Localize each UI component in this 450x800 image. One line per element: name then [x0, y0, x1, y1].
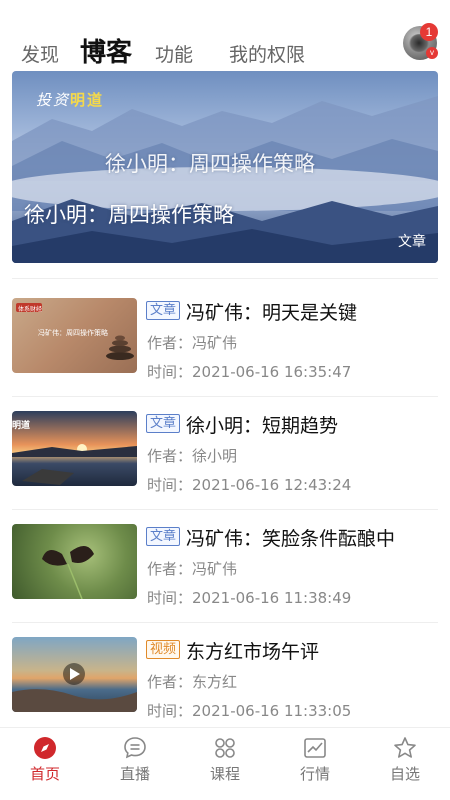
author-line: 作者：东方红 — [147, 673, 238, 691]
feed-item[interactable]: 明道 文章 徐小明：短期趋势 作者：徐小明 时间：2021-06-16 12:4… — [0, 411, 450, 521]
thumb-logo: 明道 — [12, 421, 31, 431]
article-tag: 文章 — [146, 301, 181, 320]
nav-live[interactable]: 直播 — [90, 728, 180, 800]
time-line: 时间：2021-06-16 11:38:49 — [147, 589, 352, 607]
divider — [12, 396, 438, 397]
nav-market[interactable]: 行情 — [270, 728, 360, 800]
banner-logo: 投资明道 — [36, 91, 105, 109]
nav-courses[interactable]: 课程 — [180, 728, 270, 800]
chat-bubble-icon — [124, 737, 146, 759]
star-icon — [394, 737, 416, 758]
video-tag: 视频 — [146, 640, 181, 659]
author-line: 作者：冯矿伟 — [147, 334, 238, 352]
nav-label: 自选 — [389, 765, 420, 783]
item-title[interactable]: 冯矿伟：笑脸条件酝酿中 — [186, 524, 395, 551]
time-line: 时间：2021-06-16 12:43:24 — [147, 476, 352, 494]
thumbnail-image: 明道 — [12, 411, 137, 486]
time-line: 时间：2021-06-16 11:33:05 — [147, 702, 352, 720]
divider — [12, 509, 438, 510]
vip-badge: v — [426, 47, 438, 59]
feed-item[interactable]: 体系财经 冯矿伟：周四操作策略 文章 冯矿伟：明天是关键 作者：冯矿伟 时间：2… — [0, 298, 450, 408]
thumbnail-image — [12, 524, 137, 599]
time-line: 时间：2021-06-16 16:35:47 — [147, 363, 352, 381]
item-title[interactable]: 东方红市场午评 — [186, 637, 319, 664]
nav-home[interactable]: 首页 — [0, 728, 90, 800]
author-line: 作者：冯矿伟 — [147, 560, 238, 578]
tab-features[interactable]: 功能 — [155, 40, 193, 67]
banner-type-tag: 文章 — [398, 234, 426, 250]
divider — [12, 622, 438, 623]
item-title[interactable]: 冯矿伟：明天是关键 — [186, 298, 357, 325]
grid-flower-icon — [215, 738, 235, 758]
nav-watchlist[interactable]: 自选 — [360, 728, 450, 800]
banner-overlay-title: 徐小明：周四操作策略 — [105, 152, 315, 176]
article-tag: 文章 — [146, 414, 181, 433]
divider — [12, 278, 438, 279]
author-line: 作者：徐小明 — [147, 447, 238, 465]
top-tab-bar: 发现 博客 功能 我的权限 1 v — [0, 0, 450, 70]
thumbnail-image — [12, 637, 137, 712]
thumb-caption: 冯矿伟：周四操作策略 — [38, 329, 108, 337]
article-tag: 文章 — [146, 527, 181, 546]
nav-label: 行情 — [299, 765, 330, 783]
line-chart-icon — [304, 738, 326, 758]
bottom-nav: 首页 直播 课程 行情 自选 — [0, 727, 450, 800]
nav-label: 直播 — [119, 765, 150, 783]
notification-badge: 1 — [420, 23, 438, 41]
nav-label: 课程 — [209, 765, 240, 783]
featured-banner[interactable]: 投资明道 徐小明：周四操作策略 徐小明：周四操作策略 文章 — [12, 71, 438, 263]
nav-label: 首页 — [29, 765, 60, 783]
thumbnail-image: 体系财经 冯矿伟：周四操作策略 — [12, 298, 137, 373]
tab-my-permissions[interactable]: 我的权限 — [229, 40, 305, 67]
compass-icon — [34, 737, 56, 759]
feed-item[interactable]: 文章 冯矿伟：笑脸条件酝酿中 作者：冯矿伟 时间：2021-06-16 11:3… — [0, 524, 450, 634]
tab-blog[interactable]: 博客 — [80, 32, 132, 69]
thumb-logo: 体系财经 — [18, 306, 43, 313]
tab-discover[interactable]: 发现 — [21, 40, 59, 67]
item-title[interactable]: 徐小明：短期趋势 — [186, 411, 338, 438]
banner-title: 徐小明：周四操作策略 — [24, 203, 234, 227]
